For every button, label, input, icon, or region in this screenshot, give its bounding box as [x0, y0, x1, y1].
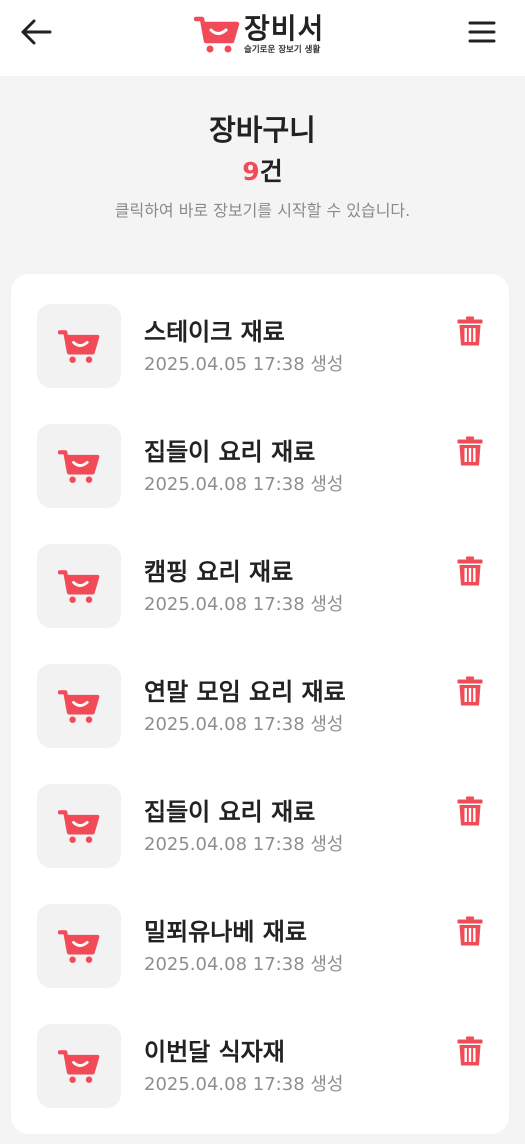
brand-logo-link[interactable]: 장비서 슬기로운 장보기 생활: [194, 6, 324, 62]
cart-list-item[interactable]: 캠핑 요리 재료 2025.04.08 17:38 생성: [11, 544, 509, 664]
app-header: 장비서 슬기로운 장보기 생활: [0, 0, 525, 76]
shopping-cart-icon: [58, 810, 100, 843]
trash-icon: [457, 556, 483, 586]
menu-button[interactable]: [465, 14, 499, 50]
hamburger-menu-icon: [468, 21, 496, 43]
delete-button[interactable]: [451, 672, 489, 710]
cart-list-item[interactable]: 스테이크 재료 2025.04.05 17:38 생성: [11, 304, 509, 424]
shopping-cart-logo-icon: [194, 16, 240, 53]
cart-thumbnail: [37, 784, 121, 868]
cart-list-item[interactable]: 집들이 요리 재료 2025.04.08 17:38 생성: [11, 424, 509, 544]
brand-tagline: 슬기로운 장보기 생활: [244, 44, 321, 55]
delete-button[interactable]: [451, 432, 489, 470]
shopping-cart-icon: [58, 450, 100, 483]
cart-thumbnail: [37, 304, 121, 388]
arrow-left-icon: [21, 19, 52, 45]
cart-thumbnail: [37, 664, 121, 748]
trash-icon: [457, 1036, 483, 1066]
cart-item-title: 밀푀유나베 재료: [144, 918, 307, 946]
delete-button[interactable]: [451, 1032, 489, 1070]
cart-thumbnail: [37, 424, 121, 508]
cart-list-item[interactable]: 집들이 요리 재료 2025.04.08 17:38 생성: [11, 784, 509, 904]
trash-icon: [457, 316, 483, 346]
cart-thumbnail: [37, 1024, 121, 1108]
delete-button[interactable]: [451, 552, 489, 590]
cart-item-date: 2025.04.08 17:38 생성: [144, 474, 344, 495]
cart-item-date: 2025.04.08 17:38 생성: [144, 714, 344, 735]
back-button[interactable]: [16, 14, 56, 50]
cart-summary: 장바구니 9건 클릭하여 바로 장보기를 시작할 수 있습니다.: [0, 110, 525, 222]
cart-item-title: 연말 모임 요리 재료: [144, 678, 346, 706]
cart-list-item[interactable]: 연말 모임 요리 재료 2025.04.08 17:38 생성: [11, 664, 509, 784]
trash-icon: [457, 676, 483, 706]
hint-text: 클릭하여 바로 장보기를 시작할 수 있습니다.: [114, 201, 411, 220]
shopping-cart-icon: [58, 330, 100, 363]
cart-list-item[interactable]: 밀푀유나베 재료 2025.04.08 17:38 생성: [11, 904, 509, 1024]
delete-button[interactable]: [451, 312, 489, 350]
shopping-cart-icon: [58, 930, 100, 963]
page-title: 장바구니: [209, 113, 316, 147]
cart-item-date: 2025.04.05 17:38 생성: [144, 354, 344, 375]
delete-button[interactable]: [451, 792, 489, 830]
cart-count: 9건: [0, 154, 525, 190]
trash-icon: [457, 796, 483, 826]
trash-icon: [457, 916, 483, 946]
cart-thumbnail: [37, 904, 121, 988]
cart-list-item[interactable]: 이번달 식자재 2025.04.08 17:38 생성: [11, 1024, 509, 1144]
shopping-cart-icon: [58, 570, 100, 603]
cart-count-unit: 건: [259, 157, 283, 186]
cart-item-date: 2025.04.08 17:38 생성: [144, 954, 344, 975]
cart-item-title: 집들이 요리 재료: [144, 438, 316, 466]
cart-item-date: 2025.04.08 17:38 생성: [144, 594, 344, 615]
cart-item-title: 스테이크 재료: [144, 318, 285, 346]
cart-thumbnail: [37, 544, 121, 628]
cart-item-title: 집들이 요리 재료: [144, 798, 316, 826]
trash-icon: [457, 436, 483, 466]
shopping-cart-icon: [58, 1050, 100, 1083]
cart-count-number: 9: [242, 157, 260, 186]
cart-item-date: 2025.04.08 17:38 생성: [144, 1074, 344, 1095]
cart-list: 스테이크 재료 2025.04.05 17:38 생성집들이 요리 재료 2025.…: [11, 274, 509, 1134]
cart-item-title: 캠핑 요리 재료: [144, 558, 294, 586]
brand-name: 장비서: [244, 11, 325, 45]
delete-button[interactable]: [451, 912, 489, 950]
shopping-cart-icon: [58, 690, 100, 723]
cart-item-date: 2025.04.08 17:38 생성: [144, 834, 344, 855]
cart-item-title: 이번달 식자재: [144, 1038, 285, 1066]
